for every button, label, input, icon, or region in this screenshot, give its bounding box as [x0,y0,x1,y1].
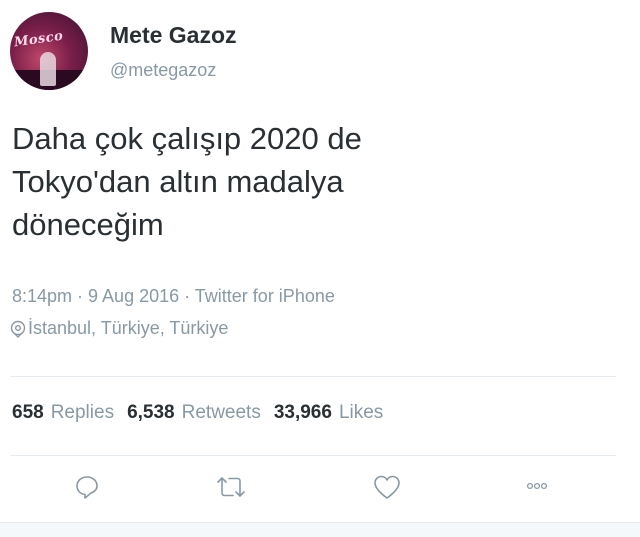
retweet-button[interactable] [214,474,248,500]
replies-count[interactable]: 658 [12,402,44,424]
reply-icon [76,476,98,499]
tweet-text-line: Tokyo'dan altın madalya [12,164,344,199]
tweet-location[interactable]: İstanbul, Türkiye, Türkiye [10,318,228,339]
tweet-card: Mosco Mete Gazoz @metegazoz Daha çok çal… [0,0,640,537]
retweets-label[interactable]: Retweets [182,402,261,424]
location-pin-icon [10,320,26,338]
avatar[interactable]: Mosco [10,12,88,90]
more-button[interactable] [526,480,548,492]
like-button[interactable] [372,474,402,500]
heart-icon [374,475,400,499]
footer-strip [0,522,640,537]
divider [10,376,616,377]
tweet-stats: 658 Replies 6,538 Retweets 33,966 Likes [12,402,396,424]
more-icon [526,482,548,490]
user-handle[interactable]: @metegazoz [110,60,216,81]
reply-button[interactable] [74,474,100,500]
avatar-figure [40,52,56,86]
replies-label[interactable]: Replies [51,402,114,424]
location-label: İstanbul, Türkiye, Türkiye [28,318,229,338]
likes-label[interactable]: Likes [339,402,383,424]
tweet-meta[interactable]: 8:14pm · 9 Aug 2016 · Twitter for iPhone [12,286,335,307]
tweet-text-line: Daha çok çalışıp 2020 de [12,121,362,156]
display-name[interactable]: Mete Gazoz [110,22,237,49]
avatar-text: Mosco [13,28,65,51]
tweet-text: Daha çok çalışıp 2020 de Tokyo'dan altın… [12,117,612,246]
divider [10,455,616,456]
retweets-count[interactable]: 6,538 [127,402,175,424]
tweet-text-line: döneceğim [12,207,164,242]
retweet-icon [217,477,245,497]
likes-count[interactable]: 33,966 [274,402,332,424]
